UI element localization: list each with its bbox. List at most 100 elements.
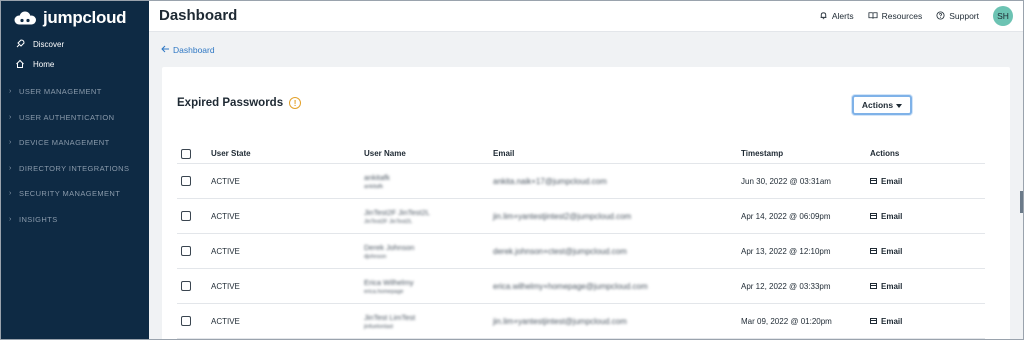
email-action-label: Email	[881, 246, 903, 256]
sidebar-item-label: Home	[33, 59, 55, 69]
timestamp: Apr 12, 2022 @ 03:33pm	[741, 281, 831, 291]
timestamp: Apr 14, 2022 @ 06:09pm	[741, 211, 831, 221]
user-name: Erica Wilhelmy	[364, 277, 414, 287]
user-state: ACTIVE	[211, 211, 240, 221]
alerts-label: Alerts	[831, 11, 854, 21]
email-action-button[interactable]: Email	[870, 177, 902, 186]
support-label: Support	[949, 11, 979, 21]
brand-logo[interactable]: jumpcloud	[12, 8, 127, 28]
breadcrumb[interactable]: Dashboard	[161, 45, 215, 55]
user-username: djohnson	[364, 253, 387, 260]
chevron-right-icon: ›	[9, 215, 12, 223]
user-state: ACTIVE	[211, 281, 240, 291]
column-header-user-state[interactable]: User State	[211, 149, 251, 164]
row-checkbox[interactable]	[181, 176, 191, 186]
user-name-cell: JinTest LimTest jinfuelonlast	[364, 304, 415, 338]
row-checkbox[interactable]	[181, 211, 191, 221]
email-action-button[interactable]: Email	[870, 282, 902, 291]
sidebar-section-security-management[interactable]: › SECURITY MANAGEMENT	[1, 181, 149, 207]
rocket-icon	[15, 39, 25, 49]
user-state: ACTIVE	[211, 246, 240, 256]
sidebar-section-label: USER AUTHENTICATION	[19, 112, 115, 122]
mail-icon	[870, 213, 877, 219]
user-name-cell: Erica Wilhelmy erica.homepage	[364, 269, 414, 303]
user-state: ACTIVE	[211, 316, 240, 326]
timestamp: Jun 30, 2022 @ 03:31am	[741, 176, 831, 186]
mail-icon	[870, 248, 877, 254]
caret-down-icon	[896, 100, 903, 110]
row-checkbox[interactable]	[181, 281, 191, 291]
timestamp: Mar 09, 2022 @ 01:20pm	[741, 316, 832, 326]
sidebar-section-directory-integrations[interactable]: › DIRECTORY INTEGRATIONS	[1, 156, 149, 182]
user-username: erica.homepage	[364, 288, 404, 295]
brand-name: jumpcloud	[43, 8, 127, 27]
actions-dropdown-label: Actions	[861, 100, 894, 110]
resources-button[interactable]: Resources	[868, 11, 923, 22]
sidebar-item-home[interactable]: Home	[1, 54, 149, 74]
header-actions: Alerts Resources Support SH	[819, 6, 1013, 26]
sidebar-item-label: Discover	[33, 39, 65, 49]
alerts-button[interactable]: Alerts	[819, 11, 854, 22]
book-icon	[868, 11, 878, 22]
avatar[interactable]: SH	[993, 6, 1013, 26]
resources-label: Resources	[881, 11, 923, 21]
user-email: erica.wilhelmy+homepage@jumpcloud.com	[493, 281, 648, 291]
page-title: Dashboard	[159, 7, 238, 24]
sidebar-item-discover[interactable]: Discover	[1, 34, 149, 54]
email-action-label: Email	[881, 176, 903, 186]
user-name-cell: Derek Johnson djohnson	[364, 234, 414, 268]
user-email: ankita.naik+17@jumpcloud.com	[493, 176, 607, 186]
sidebar-section-user-management[interactable]: › USER MANAGEMENT	[1, 79, 149, 105]
email-action-label: Email	[881, 316, 903, 326]
mail-icon	[870, 178, 877, 184]
sidebar-section-label: DIRECTORY INTEGRATIONS	[19, 163, 130, 173]
home-icon	[15, 59, 25, 69]
sidebar-section-insights[interactable]: › INSIGHTS	[1, 207, 149, 233]
user-email: derek.johnson+ctest@jumpcloud.com	[493, 246, 627, 256]
chevron-right-icon: ›	[9, 164, 12, 172]
row-checkbox[interactable]	[181, 246, 191, 256]
user-username: jinfuelonlast	[364, 323, 394, 330]
email-action-button[interactable]: Email	[870, 212, 902, 221]
card-title: Expired Passwords !	[177, 97, 302, 109]
select-all-checkbox[interactable]	[181, 149, 191, 159]
column-header-email[interactable]: Email	[493, 149, 514, 164]
table-header: User State User Name Email Timestamp Act…	[177, 149, 985, 164]
chevron-right-icon: ›	[9, 190, 12, 198]
actions-dropdown-button[interactable]: Actions	[852, 95, 912, 115]
sidebar-top-nav: Discover Home	[1, 34, 149, 74]
sidebar-section-device-management[interactable]: › DEVICE MANAGEMENT	[1, 130, 149, 156]
main-content: Dashboard Expired Passwords ! Actions Us…	[149, 32, 1023, 339]
chevron-right-icon: ›	[9, 88, 12, 96]
help-circle-icon	[936, 10, 945, 22]
warning-icon[interactable]: !	[289, 97, 302, 109]
scrollbar-handle[interactable]	[1020, 191, 1023, 213]
user-email: jin.lim+yantestjintest@jumpcloud.com	[493, 316, 627, 326]
email-action-label: Email	[881, 281, 903, 291]
email-action-button[interactable]: Email	[870, 247, 902, 256]
column-header-user-name[interactable]: User Name	[364, 149, 406, 164]
cloud-logo-icon	[12, 11, 38, 25]
email-action-button[interactable]: Email	[870, 317, 902, 326]
user-name: ankitafk	[364, 172, 390, 182]
user-username: JinTest2F JinTest2L	[364, 218, 413, 225]
bell-icon	[819, 11, 828, 22]
user-name-cell: JinTest2F JinTest2L JinTest2F JinTest2L	[364, 199, 430, 233]
user-name: JinTest LimTest	[364, 312, 416, 322]
app-window: jumpcloud Discover Home › USER MANAGEMEN…	[0, 0, 1024, 340]
user-username: ankitafk	[364, 183, 383, 190]
column-header-timestamp[interactable]: Timestamp	[741, 149, 783, 164]
timestamp: Apr 13, 2022 @ 12:10pm	[741, 246, 831, 256]
sidebar-section-label: SECURITY MANAGEMENT	[19, 189, 121, 199]
expired-passwords-table: User State User Name Email Timestamp Act…	[177, 149, 985, 339]
row-checkbox[interactable]	[181, 316, 191, 326]
table-row: ACTIVE ankitafk ankitafk ankita.naik+17@…	[177, 164, 985, 199]
chevron-right-icon: ›	[9, 139, 12, 147]
user-name-cell: ankitafk ankitafk	[364, 164, 390, 198]
card-title-text: Expired Passwords	[177, 97, 284, 109]
table-row: ACTIVE JinTest2F JinTest2L JinTest2F Jin…	[177, 199, 985, 234]
sidebar-section-user-authentication[interactable]: › USER AUTHENTICATION	[1, 105, 149, 131]
arrow-left-icon	[161, 45, 170, 55]
user-state: ACTIVE	[211, 176, 240, 186]
support-button[interactable]: Support	[936, 10, 979, 22]
